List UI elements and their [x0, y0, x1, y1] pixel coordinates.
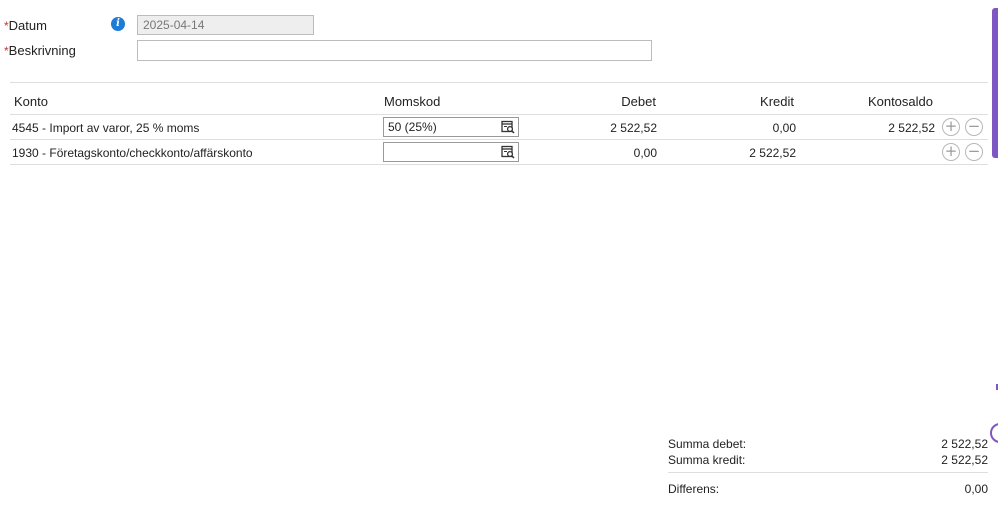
description-label: *Beskrivning [4, 43, 76, 58]
sum-kredit-value: 2 522,52 [941, 453, 988, 467]
lookup-icon[interactable] [501, 120, 515, 134]
add-row-button[interactable]: + [942, 118, 960, 136]
momskod-field[interactable] [383, 142, 519, 162]
lookup-icon[interactable] [501, 145, 515, 159]
row-divider [10, 164, 988, 165]
header-debet: Debet [621, 94, 656, 109]
kontosaldo-cell: 2 522,52 [888, 121, 935, 135]
konto-cell[interactable]: 4545 - Import av varor, 25 % moms [12, 121, 199, 135]
header-konto: Konto [14, 94, 48, 109]
header-kredit: Kredit [760, 94, 794, 109]
header-divider [10, 114, 988, 115]
side-panel-tab[interactable] [992, 8, 998, 158]
momskod-value: 50 (25%) [388, 120, 437, 134]
date-label-text: Datum [8, 18, 47, 33]
description-label-text: Beskrivning [8, 43, 76, 58]
remove-row-button[interactable]: − [965, 143, 983, 161]
header-kontosaldo: Kontosaldo [867, 94, 933, 109]
kredit-cell[interactable]: 0,00 [700, 121, 796, 135]
sum-kredit-label: Summa kredit: [668, 453, 746, 467]
info-icon[interactable]: i [111, 17, 125, 31]
sum-debet-value: 2 522,52 [941, 437, 988, 451]
date-label: *Datum [4, 18, 47, 33]
diff-label: Differens: [668, 482, 720, 496]
side-round-button[interactable] [990, 423, 998, 443]
row-divider [10, 139, 988, 140]
remove-row-button[interactable]: − [965, 118, 983, 136]
add-row-button[interactable]: + [942, 143, 960, 161]
kredit-cell[interactable]: 2 522,52 [700, 146, 796, 160]
debet-cell[interactable]: 0,00 [560, 146, 657, 160]
description-field[interactable] [137, 40, 652, 61]
debet-cell[interactable]: 2 522,52 [560, 121, 657, 135]
summary-divider [668, 472, 988, 473]
diff-value: 0,00 [964, 482, 988, 496]
divider [10, 82, 988, 83]
konto-cell[interactable]: 1930 - Företagskonto/checkkonto/affärsko… [12, 146, 253, 160]
date-field[interactable] [137, 15, 314, 35]
header-momskod: Momskod [384, 94, 441, 109]
momskod-field[interactable]: 50 (25%) [383, 117, 519, 137]
sum-debet-label: Summa debet: [668, 437, 747, 451]
